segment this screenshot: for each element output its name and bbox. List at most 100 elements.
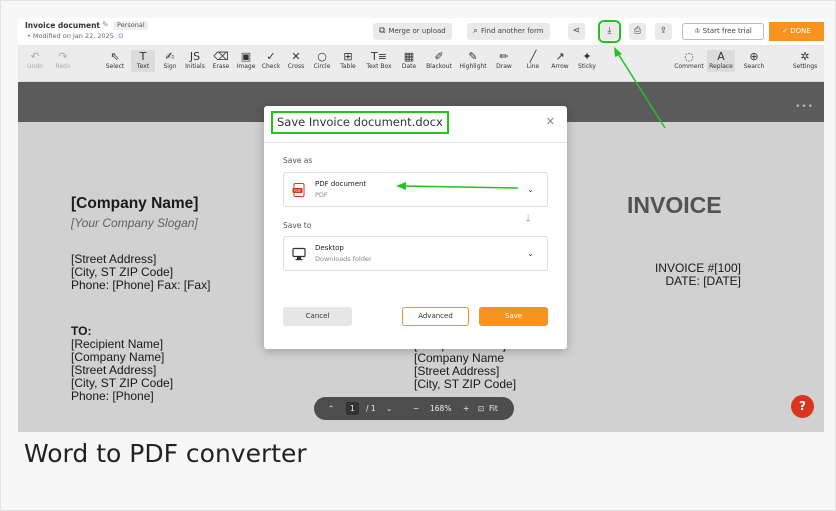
- print-icon: ⎙: [633, 26, 642, 36]
- gear-icon: ✲: [800, 50, 810, 63]
- draw-icon: ✏: [499, 50, 509, 63]
- done-label: DONE: [790, 27, 811, 35]
- tool-label: Text: [136, 63, 150, 70]
- initials-icon: JS: [189, 50, 201, 63]
- start-trial-button[interactable]: ♔ Start free trial: [682, 23, 764, 40]
- tool-redo[interactable]: ↷ Redo: [51, 50, 75, 70]
- fit-icon[interactable]: ⊡: [478, 397, 484, 420]
- close-icon[interactable]: ✕: [546, 115, 555, 128]
- help-button[interactable]: ?: [791, 395, 814, 418]
- zoom-level[interactable]: 168%: [430, 397, 451, 420]
- share-button[interactable]: ⋖: [568, 23, 585, 40]
- tool-label: Replace: [709, 63, 733, 70]
- tool-label: Search: [743, 63, 765, 70]
- redo-icon: ↷: [58, 50, 68, 63]
- save-as-label: Save as: [283, 156, 313, 165]
- tool-bar: ↶ Undo ↷ Redo ⇖ Select T Text ✍ Sign JS Initia…: [18, 46, 824, 82]
- tool-check[interactable]: ✓ Check: [259, 50, 283, 70]
- save-dialog: Save Invoice document.docx ✕ Save as PDF…: [264, 106, 567, 349]
- page-down-icon[interactable]: ⌄: [386, 397, 392, 420]
- pencil-icon[interactable]: ✎: [102, 20, 109, 29]
- tool-text[interactable]: T Text: [131, 50, 155, 72]
- modified-text: Modified on Jan 22, 2025: [32, 32, 114, 40]
- merge-label: Merge or upload: [388, 27, 446, 35]
- tool-sign[interactable]: ✍ Sign: [158, 50, 182, 70]
- zoom-in-icon[interactable]: +: [463, 397, 469, 420]
- image-icon: ▣: [240, 50, 252, 63]
- page-up-icon[interactable]: ⌃: [328, 397, 334, 420]
- done-button[interactable]: ✓ DONE: [769, 22, 824, 41]
- cursor-icon: ⇖: [110, 50, 120, 63]
- zoom-out-icon[interactable]: −: [413, 397, 419, 420]
- tool-label: Highlight: [459, 63, 487, 70]
- tool-draw[interactable]: ✏ Draw: [492, 50, 516, 70]
- save-to-select[interactable]: Desktop Downloads folder ⌄: [283, 236, 548, 271]
- search-icon: ⊕: [749, 50, 759, 63]
- tool-blackout[interactable]: ✐ Blackout: [424, 50, 454, 70]
- cancel-button[interactable]: Cancel: [283, 307, 352, 326]
- tool-label: Image: [236, 63, 256, 70]
- merge-icon: ⧉: [379, 26, 386, 36]
- trial-label: Start free trial: [702, 27, 752, 35]
- tool-label: Erase: [212, 63, 230, 70]
- zoom-controls: ⌃ 1 / 1 ⌄ − 168% + ⊡ Fit: [314, 397, 514, 420]
- tool-date[interactable]: ▦ Date: [397, 50, 421, 70]
- tool-label: Sign: [163, 63, 177, 70]
- tool-label: Line: [526, 63, 540, 70]
- caption-title: Word to PDF converter: [24, 439, 307, 468]
- modified-info: • Modified on Jan 22, 2025 ⊙: [27, 32, 124, 40]
- tool-replace[interactable]: A Replace: [707, 50, 735, 72]
- tool-circle[interactable]: ○ Circle: [310, 50, 334, 70]
- save-to-value: Desktop: [315, 244, 344, 252]
- tool-line[interactable]: ╱ Line: [521, 50, 545, 70]
- bullet-icon: •: [27, 32, 31, 40]
- line-icon: ╱: [529, 50, 537, 63]
- export-button[interactable]: ⇪: [655, 23, 672, 40]
- replace-icon: A: [717, 50, 725, 63]
- tool-erase[interactable]: ⌫ Erase: [209, 50, 233, 70]
- undo-icon: ↶: [30, 50, 40, 63]
- tool-comment[interactable]: ◌ Comment: [674, 50, 704, 70]
- find-form-icon: ⌕: [473, 26, 479, 36]
- download-button[interactable]: ⤓: [598, 20, 621, 43]
- tool-initials[interactable]: JS Initials: [183, 50, 207, 70]
- highlighter-icon: ✎: [468, 50, 478, 63]
- tool-label: Settings: [792, 63, 818, 70]
- check-icon: ✓: [266, 50, 276, 63]
- tool-search[interactable]: ⊕ Search: [740, 50, 768, 70]
- fit-label[interactable]: Fit: [489, 397, 498, 420]
- text-icon: T: [139, 50, 147, 63]
- pin-icon: ✦: [582, 50, 592, 63]
- eraser-icon: ⌫: [213, 50, 229, 63]
- merge-upload-button[interactable]: ⧉ Merge or upload: [373, 23, 452, 40]
- tool-label: Cross: [287, 63, 305, 70]
- tool-label: Sticky: [578, 63, 596, 70]
- desktop-icon: [292, 247, 306, 261]
- find-form-button[interactable]: ⌕ Find another form: [467, 23, 550, 40]
- sign-icon: ✍: [165, 50, 175, 63]
- tool-cross[interactable]: ✕ Cross: [284, 50, 308, 70]
- print-button[interactable]: ⎙: [629, 23, 646, 40]
- save-button[interactable]: Save: [479, 307, 548, 326]
- tool-table[interactable]: ⊞ Table: [336, 50, 360, 70]
- blackout-icon: ✐: [434, 50, 444, 63]
- app-screenshot: Invoice document ✎ Personal • Modified o…: [18, 18, 824, 432]
- cross-icon: ✕: [291, 50, 301, 63]
- page-number-input[interactable]: 1: [346, 402, 359, 415]
- arrow-down-icon: ↓: [524, 214, 533, 225]
- document-title[interactable]: Invoice document: [25, 21, 100, 30]
- tool-sticky[interactable]: ✦ Sticky: [575, 50, 599, 70]
- tool-undo[interactable]: ↶ Undo: [23, 50, 47, 70]
- page-total: / 1: [366, 404, 376, 413]
- tool-label: Draw: [496, 63, 512, 70]
- save-as-select[interactable]: PDF PDF document PDF ⌄: [283, 172, 548, 207]
- advanced-button[interactable]: Advanced: [402, 307, 469, 326]
- tool-image[interactable]: ▣ Image: [234, 50, 258, 70]
- tool-select[interactable]: ⇖ Select: [103, 50, 127, 70]
- tool-settings[interactable]: ✲ Settings: [790, 50, 820, 70]
- dialog-title: Save Invoice document.docx: [271, 111, 449, 134]
- tool-label: Arrow: [551, 63, 569, 70]
- tool-textbox[interactable]: T≡ Text Box: [364, 50, 394, 70]
- tool-highlight[interactable]: ✎ Highlight: [457, 50, 489, 70]
- tool-arrow[interactable]: ↗ Arrow: [548, 50, 572, 70]
